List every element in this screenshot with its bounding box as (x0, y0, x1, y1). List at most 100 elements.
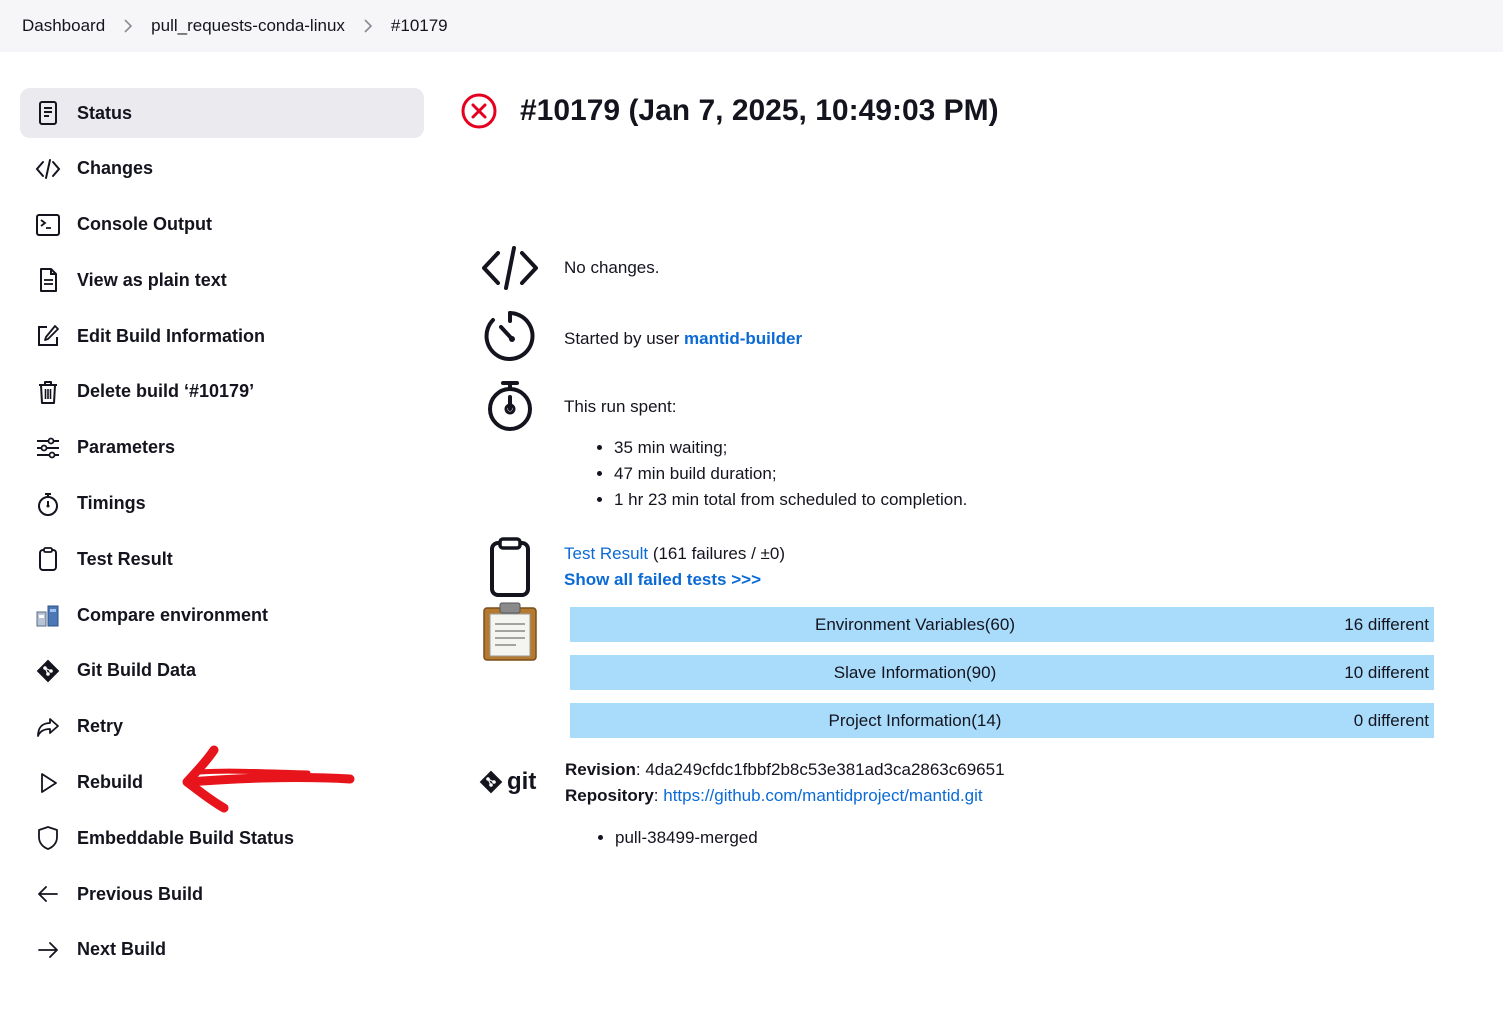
sidebar-item-previous-build[interactable]: Previous Build (20, 869, 424, 919)
test-result-link[interactable]: Test Result (564, 544, 648, 563)
env-row-diff: 0 different (1353, 710, 1429, 730)
sidebar-item-label: Changes (77, 158, 154, 179)
stopwatch-icon (34, 490, 62, 518)
table-row[interactable]: Environment Variables(60) 16 different (570, 607, 1434, 642)
sidebar-item-label: Embeddable Build Status (77, 827, 295, 848)
sidebar-item-label: Parameters (77, 437, 176, 458)
sliders-icon (34, 434, 62, 462)
sidebar-item-label: Compare environment (77, 604, 269, 625)
git-logo: git (478, 757, 542, 807)
branch-list: pull-38499-merged (565, 825, 1005, 851)
page-title: #10179 (Jan 7, 2025, 10:49:03 PM) (520, 94, 999, 127)
sidebar-item-edit-build-information[interactable]: Edit Build Information (20, 311, 424, 361)
sidebar-item-label: Delete build ‘#10179’ (77, 381, 255, 402)
sidebar-item-label: Edit Build Information (77, 325, 265, 346)
list-item: pull-38499-merged (615, 825, 1005, 851)
annotation-arrow-icon (182, 745, 355, 813)
failed-status-icon (461, 93, 497, 129)
sidebar-item-plain-text[interactable]: View as plain text (20, 255, 424, 305)
started-section: Started by user mantid-builder (480, 308, 802, 364)
table-row[interactable]: Project Information(14) 0 different (570, 703, 1434, 738)
sidebar-item-label: Rebuild (77, 772, 143, 793)
sidebar-item-label: Test Result (77, 548, 173, 569)
clipboard-icon (480, 536, 540, 598)
repository-label: Repository (565, 786, 654, 805)
user-link[interactable]: mantid-builder (684, 329, 802, 348)
test-summary: (161 failures / ±0) (648, 544, 785, 563)
timer-icon (480, 308, 540, 364)
compare-icon (34, 601, 62, 629)
breadcrumb-dashboard[interactable]: Dashboard (22, 16, 105, 36)
chevron-right-icon (123, 19, 133, 33)
code-icon (480, 240, 540, 296)
share-arrow-icon (34, 713, 62, 741)
sidebar-item-next-build[interactable]: Next Build (20, 925, 424, 975)
stopwatch-icon (480, 378, 540, 434)
sidebar-item-status[interactable]: Status (20, 88, 424, 138)
compare-clipboard-icon (483, 602, 537, 661)
repository-link[interactable]: https://github.com/mantidproject/mantid.… (663, 786, 982, 805)
sidebar-item-label: View as plain text (77, 269, 227, 290)
git-logo-text: git (507, 768, 537, 795)
play-icon (34, 769, 62, 797)
sidebar-item-label: Next Build (77, 939, 167, 960)
revision-label: Revision (565, 760, 636, 779)
table-row[interactable]: Slave Information(90) 10 different (570, 655, 1434, 690)
started-prefix: Started by user (564, 329, 685, 348)
env-row-diff: 10 different (1344, 662, 1429, 682)
timing-details: This run spent: 35 min waiting; 47 min b… (564, 397, 967, 513)
list-item: 35 min waiting; (614, 435, 967, 461)
changes-section: No changes. (480, 240, 659, 296)
sidebar-item-label: Git Build Data (77, 660, 197, 681)
breadcrumb-build[interactable]: #10179 (391, 16, 448, 36)
env-row-label: Project Information(14) (828, 710, 1002, 730)
revision-hash: 4da249cfdc1fbbf2b8c53e381ad3ca2863c69651 (645, 760, 1005, 779)
timing-list: 35 min waiting; 47 min build duration; 1… (564, 435, 967, 513)
list-item: 1 hr 23 min total from scheduled to comp… (614, 487, 967, 513)
sidebar-item-changes[interactable]: Changes (20, 144, 424, 194)
sidebar-item-compare-environment[interactable]: Compare environment (20, 590, 424, 640)
list-item: 47 min build duration; (614, 461, 967, 487)
sidebar-item-embeddable-build-status[interactable]: Embeddable Build Status (20, 813, 424, 863)
sidebar-item-label: Retry (77, 716, 124, 737)
terminal-icon (34, 211, 62, 239)
sidebar-item-delete-build[interactable]: Delete build ‘#10179’ (20, 367, 424, 417)
sidebar: Status Changes Console Output View as pl… (20, 88, 424, 981)
env-row-label: Environment Variables(60) (815, 614, 1015, 634)
sidebar-item-console-output[interactable]: Console Output (20, 200, 424, 250)
git-section: git Revision: 4da249cfdc1fbbf2b8c53e381a… (478, 757, 1005, 851)
sidebar-item-parameters[interactable]: Parameters (20, 423, 424, 473)
timing-section: This run spent: 35 min waiting; 47 min b… (480, 378, 967, 513)
sidebar-item-label: Timings (77, 493, 146, 514)
document-icon (34, 266, 62, 294)
git-icon (34, 657, 62, 685)
show-failed-tests-link[interactable]: Show all failed tests >>> (564, 570, 761, 589)
sidebar-item-label: Previous Build (77, 883, 204, 904)
breadcrumb: Dashboard pull_requests-conda-linux #101… (0, 0, 1503, 52)
started-text: Started by user mantid-builder (564, 329, 802, 349)
clipboard-icon (34, 545, 62, 573)
environment-icon-wrap (482, 602, 538, 662)
trash-icon (34, 378, 62, 406)
edit-icon (34, 322, 62, 350)
arrow-right-icon (34, 936, 62, 964)
chevron-right-icon (363, 19, 373, 33)
sidebar-item-label: Status (77, 102, 133, 123)
sidebar-item-git-build-data[interactable]: Git Build Data (20, 646, 424, 696)
sidebar-item-test-result[interactable]: Test Result (20, 534, 424, 584)
timing-heading: This run spent: (564, 397, 677, 416)
env-row-label: Slave Information(90) (833, 662, 997, 682)
git-icon (479, 770, 503, 794)
environment-compare-table: Environment Variables(60) 16 different S… (570, 607, 1434, 751)
sidebar-item-label: Console Output (77, 214, 212, 235)
build-title-row: #10179 (Jan 7, 2025, 10:49:03 PM) (460, 92, 999, 130)
arrow-left-icon (34, 880, 62, 908)
status-icon (34, 99, 62, 127)
git-details: Revision: 4da249cfdc1fbbf2b8c53e381ad3ca… (565, 757, 1005, 851)
test-result-section: Test Result (161 failures / ±0) Show all… (480, 536, 785, 598)
breadcrumb-job[interactable]: pull_requests-conda-linux (151, 16, 345, 36)
code-icon (34, 155, 62, 183)
sidebar-item-timings[interactable]: Timings (20, 479, 424, 529)
shield-icon (34, 824, 62, 852)
env-row-diff: 16 different (1344, 614, 1429, 634)
